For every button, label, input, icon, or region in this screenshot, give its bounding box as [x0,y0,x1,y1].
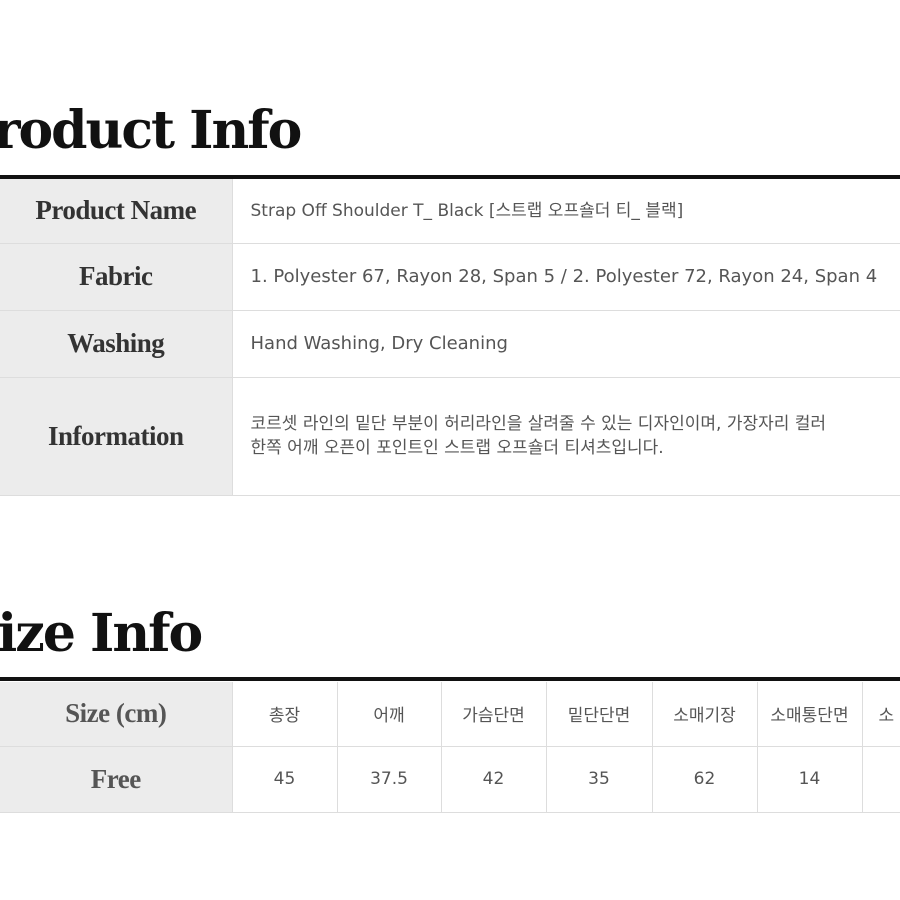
column-header: 소 [862,682,900,747]
size-table: Size (cm) 총장 어깨 가슴단면 밑단단면 소매기장 소매통단면 소 F… [0,682,900,813]
row-label: Washing [0,310,233,378]
table-row: Washing Hand Washing, Dry Cleaning [0,310,900,378]
size-value: 62 [652,746,758,813]
size-value [862,746,900,813]
row-label: Free [0,746,233,813]
column-header: 총장 [232,682,338,747]
row-label: Fabric [0,243,233,311]
size-value: 37.5 [337,746,442,813]
product-name-value: Strap Off Shoulder T_ Black [스트랩 오프숄더 티_… [232,179,900,244]
column-header: 소매통단면 [757,682,863,747]
column-header: 어깨 [337,682,442,747]
table-row: Free 45 37.5 42 35 62 14 [0,746,900,813]
product-info-table: Product Name Strap Off Shoulder T_ Black… [0,179,900,496]
information-value: 코르셋 라인의 밑단 부분이 허리라인을 살려줄 수 있는 디자인이며, 가장자… [232,377,900,496]
washing-value: Hand Washing, Dry Cleaning [232,310,900,378]
size-header-label: Size (cm) [0,682,233,747]
size-value: 45 [232,746,338,813]
table-row: Size (cm) 총장 어깨 가슴단면 밑단단면 소매기장 소매통단면 소 [0,682,900,747]
size-info-title: Size Info [0,603,203,664]
size-value: 14 [757,746,863,813]
size-value: 42 [441,746,547,813]
fabric-value: 1. Polyester 67, Rayon 28, Span 5 / 2. P… [232,243,900,311]
table-row: Information 코르셋 라인의 밑단 부분이 허리라인을 살려줄 수 있… [0,377,900,496]
table-row: Fabric 1. Polyester 67, Rayon 28, Span 5… [0,243,900,311]
info-line: 한쪽 어깨 오픈이 포인트인 스트랩 오프숄더 티셔츠입니다. [250,438,664,458]
product-info-title: Product Info [0,100,302,161]
info-line: 코르셋 라인의 밑단 부분이 허리라인을 살려줄 수 있는 디자인이며, 가장자… [250,414,827,434]
row-label: Information [0,377,233,496]
divider [0,677,900,681]
table-row: Product Name Strap Off Shoulder T_ Black… [0,179,900,244]
row-label: Product Name [0,179,233,244]
column-header: 소매기장 [652,682,758,747]
size-value: 35 [546,746,653,813]
column-header: 밑단단면 [546,682,653,747]
column-header: 가슴단면 [441,682,547,747]
